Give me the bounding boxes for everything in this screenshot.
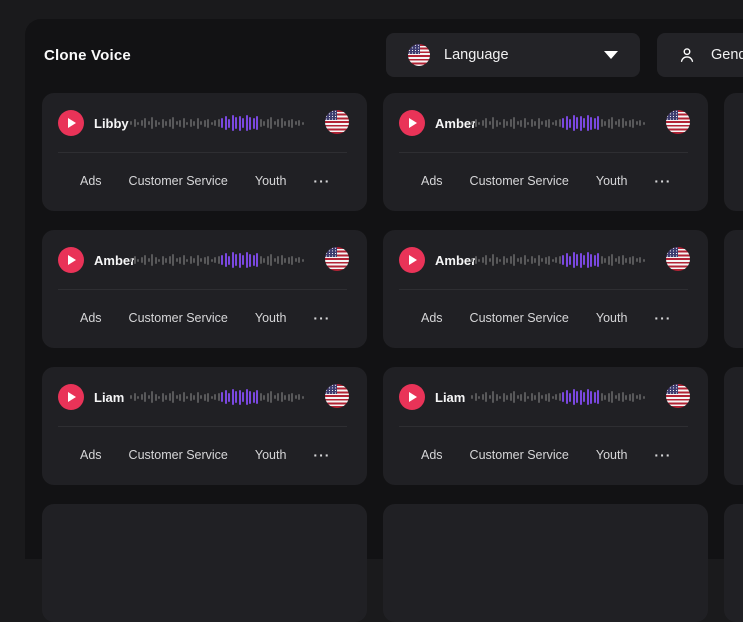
voice-card: Amber Ads Customer Service Youth ··· <box>383 230 708 348</box>
tag-row: Ads Customer Service Youth ··· <box>421 448 671 462</box>
us-flag-icon <box>666 110 690 134</box>
more-options-button[interactable]: ··· <box>654 312 671 324</box>
tag-label: Customer Service <box>129 448 228 462</box>
play-icon <box>68 118 76 128</box>
tag-label: Ads <box>421 448 443 462</box>
voice-name: Libby <box>94 116 129 131</box>
tag-row: Ads Customer Service Youth ··· <box>421 174 671 188</box>
card-divider <box>58 426 347 427</box>
play-button[interactable] <box>399 247 425 273</box>
card-divider <box>399 152 688 153</box>
tag-row: Ads Customer Service Youth ··· <box>80 448 330 462</box>
gender-filter-dropdown[interactable]: Gender <box>657 33 743 77</box>
play-button[interactable] <box>399 110 425 136</box>
tag-label: Youth <box>596 448 628 462</box>
tag-label: Customer Service <box>470 174 569 188</box>
waveform <box>471 251 647 269</box>
tag-row: Ads Customer Service Youth ··· <box>421 311 671 325</box>
us-flag-icon <box>666 247 690 271</box>
tag-label: Customer Service <box>470 448 569 462</box>
play-icon <box>68 392 76 402</box>
voice-card: Amber Ads Customer Service Youth ··· <box>383 93 708 211</box>
waveform <box>130 114 306 132</box>
us-flag-icon <box>325 247 349 271</box>
play-button[interactable] <box>58 247 84 273</box>
us-flag-icon <box>325 110 349 134</box>
tag-label: Youth <box>255 448 287 462</box>
us-flag-icon <box>666 384 690 408</box>
voice-card: Liam Ads Customer Service Youth ··· <box>42 367 367 485</box>
voice-name: Amber <box>435 253 476 268</box>
voice-card <box>724 504 743 622</box>
play-button[interactable] <box>399 384 425 410</box>
tag-label: Ads <box>80 311 102 325</box>
clone-voice-page: { "page": { "title": "Clone Voice" }, "h… <box>0 0 743 519</box>
more-options-button[interactable]: ··· <box>313 312 330 324</box>
voice-name: Amber <box>94 253 135 268</box>
voice-card <box>724 230 743 348</box>
chevron-down-icon <box>604 51 618 59</box>
voice-card <box>724 93 743 211</box>
more-options-button[interactable]: ··· <box>654 449 671 461</box>
play-icon <box>409 255 417 265</box>
more-options-button[interactable]: ··· <box>654 175 671 187</box>
voice-card-grid: Libby Ads Customer Service Youth ··· Amber … <box>42 93 743 622</box>
tag-label: Ads <box>80 174 102 188</box>
play-icon <box>409 392 417 402</box>
voice-card: Liam Ads Customer Service Youth ··· <box>383 367 708 485</box>
voice-card: Libby Ads Customer Service Youth ··· <box>42 93 367 211</box>
tag-label: Ads <box>421 174 443 188</box>
tag-label: Ads <box>421 311 443 325</box>
card-divider <box>58 152 347 153</box>
tag-label: Ads <box>80 448 102 462</box>
tag-row: Ads Customer Service Youth ··· <box>80 311 330 325</box>
waveform <box>471 114 647 132</box>
voice-card <box>383 504 708 622</box>
person-icon <box>677 45 697 65</box>
more-options-button[interactable]: ··· <box>313 175 330 187</box>
waveform <box>130 251 306 269</box>
card-divider <box>58 289 347 290</box>
voice-card: Amber Ads Customer Service Youth ··· <box>42 230 367 348</box>
waveform <box>130 388 306 406</box>
tag-label: Youth <box>255 174 287 188</box>
play-button[interactable] <box>58 110 84 136</box>
main-panel: Clone Voice Language Gender Libby Ads Cus… <box>25 19 743 559</box>
waveform <box>471 388 647 406</box>
tag-label: Youth <box>255 311 287 325</box>
page-title: Clone Voice <box>44 47 131 64</box>
tag-label: Customer Service <box>470 311 569 325</box>
more-options-button[interactable]: ··· <box>313 449 330 461</box>
card-divider <box>399 426 688 427</box>
tag-label: Customer Service <box>129 174 228 188</box>
voice-name: Liam <box>435 390 465 405</box>
gender-filter-label: Gender <box>711 47 743 63</box>
tag-label: Youth <box>596 311 628 325</box>
play-button[interactable] <box>58 384 84 410</box>
tag-label: Customer Service <box>129 311 228 325</box>
us-flag-icon <box>325 384 349 408</box>
voice-card <box>42 504 367 622</box>
tag-row: Ads Customer Service Youth ··· <box>80 174 330 188</box>
language-filter-dropdown[interactable]: Language <box>386 33 640 77</box>
voice-name: Amber <box>435 116 476 131</box>
us-flag-icon <box>408 44 430 66</box>
tag-label: Youth <box>596 174 628 188</box>
play-icon <box>68 255 76 265</box>
language-filter-label: Language <box>444 47 509 63</box>
voice-name: Liam <box>94 390 124 405</box>
play-icon <box>409 118 417 128</box>
voice-card <box>724 367 743 485</box>
card-divider <box>399 289 688 290</box>
